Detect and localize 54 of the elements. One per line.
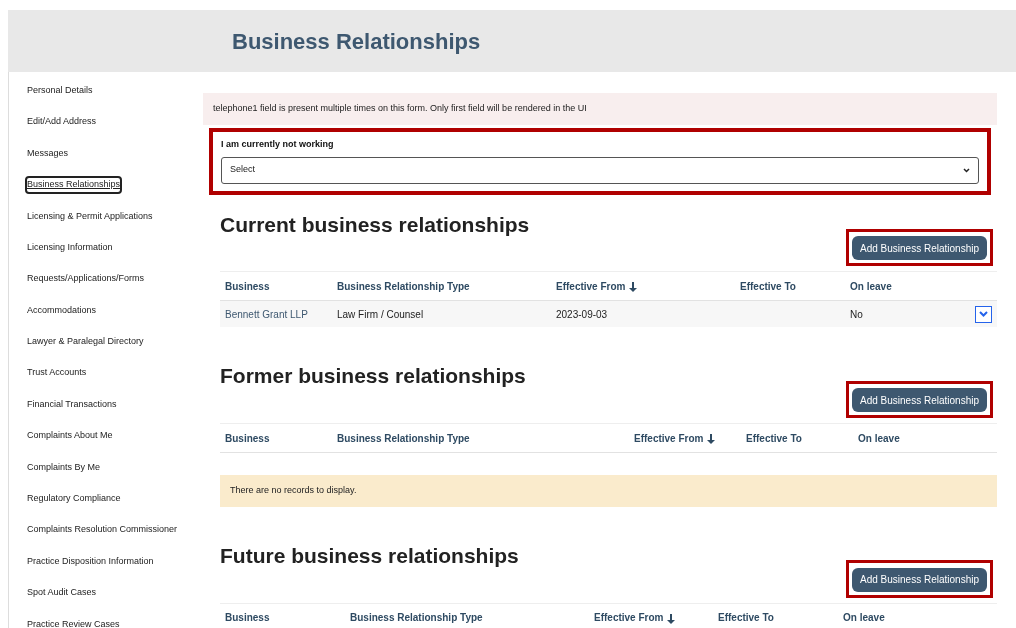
sort-down-arrow-icon (667, 613, 676, 624)
select-field[interactable]: Select (221, 156, 979, 184)
chevron-down-icon (979, 311, 988, 318)
sidebar-item[interactable]: Complaints About Me (27, 420, 203, 452)
sidebar-item[interactable]: Lawyer & Paralegal Directory (27, 326, 203, 358)
table-cell-text: 2023-09-03 (556, 307, 609, 322)
sidebar-item[interactable]: Licensing & Permit Applications (27, 200, 203, 232)
field-label: I am currently not working (221, 138, 335, 151)
section-heading: Future business relationships (220, 543, 520, 569)
sidebar-item[interactable]: Financial Transactions (27, 388, 203, 421)
column-header: Business (225, 611, 271, 626)
empty-notice: There are no records to display. (220, 475, 997, 507)
add-business-relationship-button[interactable]: Add Business Relationship (852, 567, 987, 592)
sidebar-item[interactable]: Licensing Information (27, 231, 203, 264)
table-cell-text: No (850, 307, 864, 322)
column-header: Business (225, 431, 271, 446)
column-header: On leave (858, 431, 901, 446)
add-business-relationship-button[interactable]: Add Business Relationship (852, 388, 987, 412)
business-link[interactable]: Bennett Grant LLP (225, 306, 337, 322)
section-heading: Former business relationships (220, 363, 527, 390)
column-header: On leave (843, 611, 886, 626)
column-header[interactable]: Effective From (594, 610, 718, 626)
column-header: Effective To (740, 279, 797, 294)
sidebar-item[interactable]: Accommodations (27, 294, 203, 327)
sidebar-item[interactable]: Messages (27, 137, 203, 170)
sidebar-item[interactable]: Practice Review Cases (27, 608, 203, 628)
column-header[interactable]: Effective From (556, 278, 740, 294)
sidebar-item[interactable]: Edit/Add Address (27, 106, 203, 138)
sort-down-arrow-icon (707, 433, 716, 444)
sidebar-item[interactable]: Spot Audit Cases (27, 577, 203, 609)
column-header: Effective To (718, 611, 775, 626)
sidebar-item[interactable]: Complaints By Me (27, 451, 203, 484)
table-cell-text: Law Firm / Counsel (337, 307, 425, 322)
sidebar-item[interactable]: Complaints Resolution Commissioner (27, 514, 203, 546)
sidebar-item[interactable]: Requests/Applications/Forms (27, 263, 203, 295)
expand-row-button[interactable] (975, 305, 992, 323)
column-header: Effective To (746, 431, 803, 446)
sidebar-item[interactable]: Trust Accounts (27, 357, 203, 389)
column-header: Business Relationship Type (337, 279, 471, 294)
column-header: Business Relationship Type (337, 431, 471, 446)
page-title: Business Relationships (232, 27, 481, 56)
column-header: Business (225, 279, 271, 294)
sort-down-arrow-icon (629, 282, 638, 293)
chevron-down-icon (963, 167, 970, 173)
sidebar-item[interactable]: Business Relationships (27, 169, 203, 201)
column-header[interactable]: Effective From (634, 430, 746, 446)
section-heading: Current business relationships (220, 211, 531, 238)
sidebar-item[interactable]: Regulatory Compliance (27, 483, 203, 515)
sidebar-item[interactable]: Personal Details (27, 75, 203, 107)
alert-banner: telephone1 field is present multiple times on this form. Only first field will be rendered in the UI (203, 93, 997, 125)
column-header: Business Relationship Type (350, 611, 484, 626)
add-business-relationship-button[interactable]: Add Business Relationship (852, 236, 987, 261)
sidebar-item[interactable]: Practice Disposition Information (27, 545, 203, 578)
column-header: On leave (850, 279, 893, 294)
